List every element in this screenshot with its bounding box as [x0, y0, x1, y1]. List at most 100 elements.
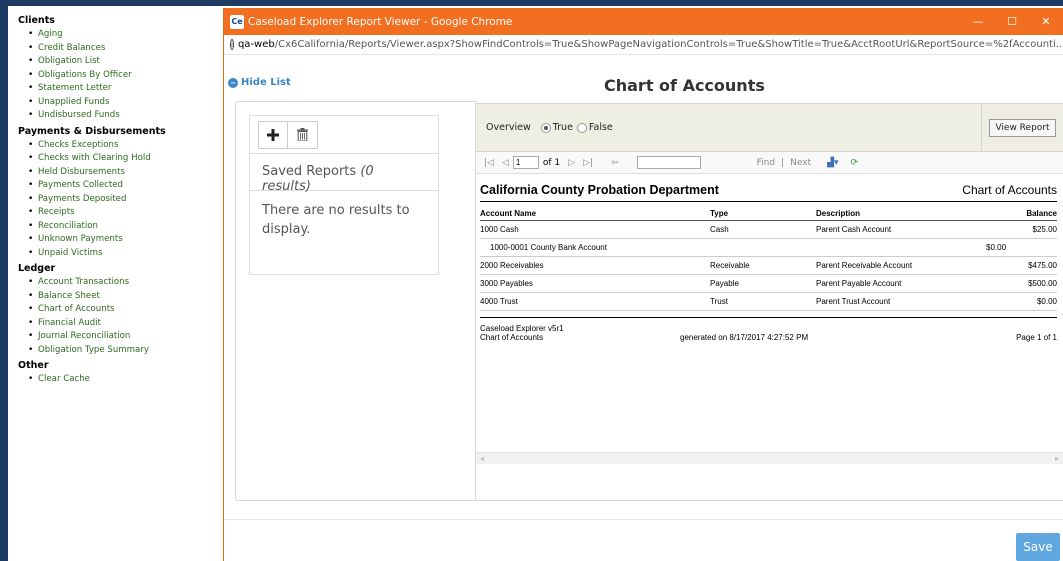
view-report-area: View Report: [981, 104, 1063, 152]
next-link[interactable]: Next: [790, 158, 811, 168]
section-title-clients: Clients: [18, 15, 55, 26]
first-page-icon[interactable]: |◁: [484, 158, 494, 168]
address-bar[interactable]: i qa-web/Cx6California/Reports/Viewer.as…: [224, 35, 1063, 55]
nav-item-balance-sheet[interactable]: Balance Sheet: [28, 290, 222, 304]
table-header-row: Account Name Type Description Balance: [480, 208, 1057, 221]
table-row: 1000 Cash Cash Parent Cash Account $25.0…: [480, 220, 1057, 239]
saved-reports-heading: Saved Reports (0 results): [249, 153, 439, 194]
cell-account: 1000 Cash: [480, 220, 710, 239]
nav-item-undisbursed-funds[interactable]: Undisbursed Funds: [28, 109, 222, 123]
nav-item-statement-letter[interactable]: Statement Letter: [28, 82, 222, 96]
nav-item-payments-collected[interactable]: Payments Collected: [28, 179, 222, 193]
url-path: /Cx6California/Reports/Viewer.aspx?ShowF…: [274, 39, 1063, 50]
page-content: − Hide List Chart of Accounts Saved Repo…: [224, 55, 1063, 561]
nav-item-obligation-list[interactable]: Obligation List: [28, 55, 222, 69]
nav-item-unapplied-funds[interactable]: Unapplied Funds: [28, 96, 222, 110]
last-page-icon[interactable]: ▷|: [583, 158, 593, 168]
col-type: Type: [710, 208, 816, 221]
nav-item-unpaid-victims[interactable]: Unpaid Victims: [28, 247, 222, 261]
footer-divider: [224, 519, 1063, 520]
report-toolbar: |◁ ◁ of 1 ▷ ▷| ⇦ Find | Next ▟▾ ⟳: [476, 152, 1063, 174]
scroll-right-icon[interactable]: ▸: [1055, 454, 1059, 463]
nav-item-held-disbursements[interactable]: Held Disbursements: [28, 166, 222, 180]
export-icon[interactable]: ▟▾: [827, 158, 838, 168]
trash-icon: [297, 128, 308, 141]
col-description: Description: [816, 208, 966, 221]
hide-list-link[interactable]: − Hide List: [228, 77, 291, 88]
cell-balance: $0.00: [966, 292, 1057, 311]
find-separator: |: [781, 157, 785, 168]
nav-item-financial-audit[interactable]: Financial Audit: [28, 317, 222, 331]
close-button[interactable]: ✕: [1029, 8, 1063, 35]
footer-app-name: Caseload Explorer v5r1: [480, 323, 564, 333]
report-footer: Caseload Explorer v5r1 Chart of Accounts…: [480, 316, 1057, 342]
nav-item-clear-cache[interactable]: Clear Cache: [28, 373, 222, 387]
window-titlebar[interactable]: Ce Caseload Explorer Report Viewer - Goo…: [224, 8, 1063, 35]
cell-balance: $0.00: [966, 238, 1057, 257]
nav-item-obligation-type-summary[interactable]: Obligation Type Summary: [28, 344, 222, 358]
cell-description: Parent Receivable Account: [816, 256, 966, 275]
report-viewer-window: Ce Caseload Explorer Report Viewer - Goo…: [223, 8, 1063, 561]
payments-list: Checks Exceptions Checks with Clearing H…: [18, 139, 222, 261]
delete-report-button[interactable]: [288, 120, 318, 149]
cell-account: 4000 Trust: [480, 292, 710, 311]
table-row: 2000 Receivables Receivable Parent Recei…: [480, 256, 1057, 275]
page-number-input[interactable]: [512, 156, 539, 169]
section-title-ledger: Ledger: [18, 263, 56, 274]
refresh-icon[interactable]: ⟳: [851, 158, 859, 168]
footer-page-of: Page 1 of 1: [1016, 332, 1057, 342]
app-logo-icon: Ce: [230, 14, 244, 29]
top-frame-strip: [0, 0, 1063, 6]
plus-icon: [267, 128, 279, 141]
maximize-button[interactable]: ☐: [995, 8, 1029, 35]
overview-true-radio[interactable]: [540, 122, 551, 133]
cell-account: 1000-0001 County Bank Account: [480, 238, 710, 257]
nav-item-chart-of-accounts[interactable]: Chart of Accounts: [28, 303, 222, 317]
nav-item-credit-balances[interactable]: Credit Balances: [28, 42, 222, 56]
cell-description: Parent Payable Account: [816, 274, 966, 293]
cell-type: Payable: [710, 274, 816, 293]
overview-false-radio[interactable]: [576, 122, 587, 133]
left-frame-strip: [0, 0, 8, 561]
cell-type: Cash: [710, 220, 816, 239]
footer-generated: generated on 8/17/2017 4:27:52 PM: [680, 332, 809, 342]
table-row: 1000-0001 County Bank Account $0.00: [480, 238, 1057, 257]
saved-reports-card: Saved Reports (0 results) There are no r…: [249, 115, 439, 275]
ledger-list: Account Transactions Balance Sheet Chart…: [18, 276, 222, 357]
next-page-icon[interactable]: ▷: [568, 158, 575, 168]
cell-type: [710, 238, 816, 257]
collapse-circle-icon: −: [228, 77, 238, 88]
back-icon[interactable]: ⇦: [611, 158, 619, 168]
cell-balance: $25.00: [966, 220, 1057, 239]
accounts-table: Account Name Type Description Balance 10…: [480, 208, 1057, 311]
report-viewer: Overview True False View Report |◁ ◁ of …: [475, 103, 1063, 501]
info-icon[interactable]: i: [230, 39, 234, 50]
overview-false-label: False: [588, 122, 613, 133]
scroll-left-icon[interactable]: ◂: [480, 454, 484, 463]
nav-item-receipts[interactable]: Receipts: [28, 206, 222, 220]
url-host: qa-web: [237, 39, 275, 50]
nav-item-journal-reconciliation[interactable]: Journal Reconciliation: [28, 330, 222, 344]
parameter-bar: Overview True False View Report: [476, 104, 1063, 152]
cell-type: Receivable: [710, 256, 816, 275]
nav-item-aging[interactable]: Aging: [28, 28, 222, 42]
horizontal-scrollbar[interactable]: ◂ ▸: [476, 452, 1063, 464]
col-balance: Balance: [966, 208, 1057, 221]
add-report-button[interactable]: [258, 120, 288, 149]
nav-item-checks-exceptions[interactable]: Checks Exceptions: [28, 139, 222, 153]
cell-balance: $500.00: [966, 274, 1057, 293]
view-report-button[interactable]: View Report: [989, 119, 1056, 137]
nav-item-reconciliation[interactable]: Reconciliation: [28, 220, 222, 234]
prev-page-icon[interactable]: ◁: [502, 158, 509, 168]
find-link[interactable]: Find: [757, 158, 775, 168]
nav-item-payments-deposited[interactable]: Payments Deposited: [28, 193, 222, 207]
save-button[interactable]: Save: [1016, 533, 1060, 561]
minimize-button[interactable]: —: [961, 8, 995, 35]
nav-item-account-transactions[interactable]: Account Transactions: [28, 276, 222, 290]
report-organization: California County Probation Department: [480, 183, 719, 197]
saved-reports-panel: Saved Reports (0 results) There are no r…: [235, 101, 479, 501]
nav-item-checks-clearing-hold[interactable]: Checks with Clearing Hold: [28, 152, 222, 166]
nav-item-obligations-by-officer[interactable]: Obligations By Officer: [28, 69, 222, 83]
nav-item-unknown-payments[interactable]: Unknown Payments: [28, 233, 222, 247]
find-input[interactable]: [636, 156, 701, 169]
